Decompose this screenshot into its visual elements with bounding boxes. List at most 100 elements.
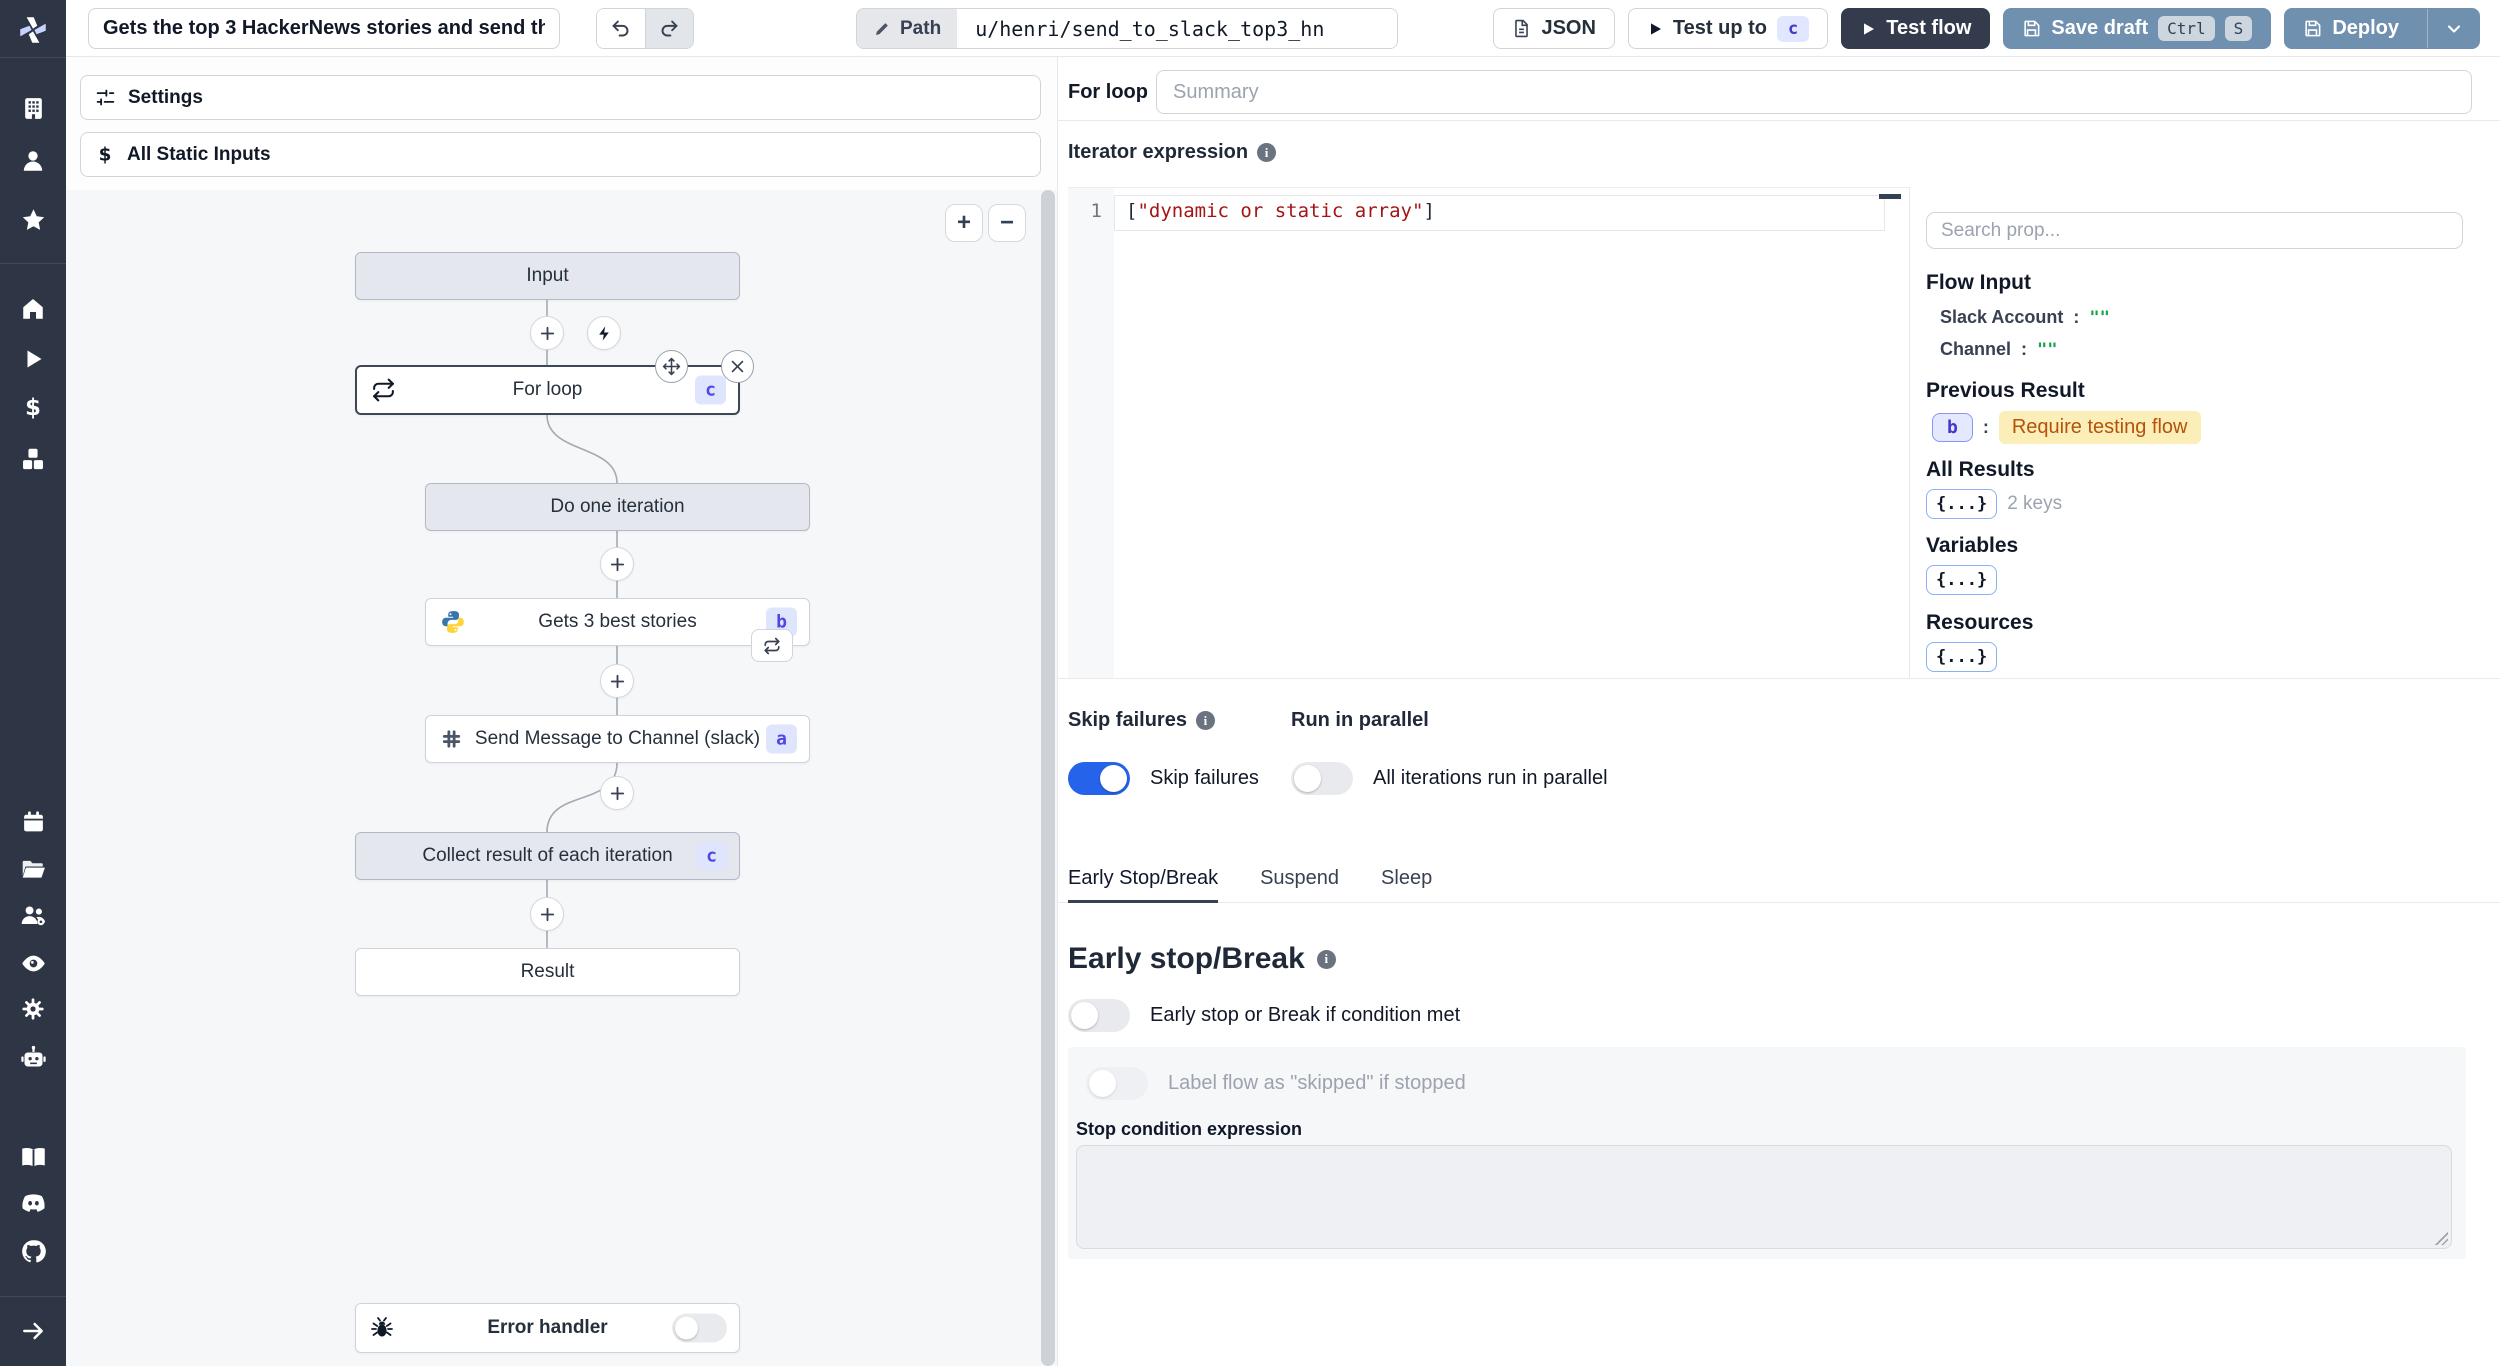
test-flow-button[interactable]: Test flow: [1841, 8, 1991, 49]
previous-result-heading: Previous Result: [1926, 379, 2085, 402]
sidebar-item-schedules[interactable]: [0, 799, 66, 843]
sidebar-item-workspace[interactable]: [0, 86, 66, 130]
sidebar-item-github[interactable]: [0, 1229, 66, 1273]
iterator-expression-label: Iterator expression: [1068, 141, 1277, 164]
error-handler-toggle[interactable]: [672, 1313, 727, 1343]
tab-suspend[interactable]: Suspend: [1260, 855, 1339, 902]
iteration-loop-chip[interactable]: [751, 629, 793, 662]
canvas-scrollbar[interactable]: [1041, 190, 1055, 1366]
move-node-button[interactable]: [655, 350, 688, 383]
gear-icon: [22, 998, 44, 1020]
slack-icon: [440, 728, 463, 751]
flow-node-send-message-slack[interactable]: Send Message to Channel (slack) a: [425, 715, 810, 763]
topbar-actions: JSON Test up to c Test flow Save draft C…: [1493, 8, 2480, 49]
sidebar-item-groups[interactable]: [0, 893, 66, 937]
flow-node-error-handler[interactable]: Error handler: [355, 1303, 740, 1353]
keys-count: 2 keys: [2007, 493, 2063, 514]
plus-icon: [610, 557, 624, 571]
file-icon: [1515, 19, 1529, 38]
expand-object-button[interactable]: {...}: [1926, 642, 1998, 672]
sidebar-item-favorites[interactable]: [0, 198, 66, 242]
add-step-button[interactable]: [530, 316, 564, 350]
sidebar-item-runs[interactable]: [0, 337, 66, 381]
redo-icon: [661, 20, 678, 37]
all-static-inputs-button[interactable]: $ All Static Inputs: [80, 132, 1041, 177]
save-draft-button[interactable]: Save draft Ctrl S: [2003, 8, 2272, 49]
repeat-icon: [371, 378, 396, 403]
divider: [1909, 187, 1910, 679]
add-step-button[interactable]: [600, 547, 634, 581]
add-step-button[interactable]: [530, 897, 564, 931]
delete-node-button[interactable]: [721, 350, 754, 383]
run-in-parallel-toggle[interactable]: [1291, 762, 1353, 795]
sidebar-divider: [0, 263, 66, 264]
sidebar-item-home[interactable]: [0, 287, 66, 331]
divider: [1058, 678, 2500, 679]
flow-node-result[interactable]: Result: [355, 948, 740, 996]
path-value: u/henri/send_to_slack_top3_hn: [957, 9, 1398, 48]
previous-result-node-badge[interactable]: b: [1932, 413, 1973, 442]
flow-input-heading: Flow Input: [1926, 271, 2031, 294]
sidebar-item-ai[interactable]: [0, 1035, 66, 1079]
summary-input[interactable]: [1156, 70, 2472, 114]
prop-row-channel[interactable]: Channel: "": [1940, 339, 2058, 360]
add-trigger-button[interactable]: [587, 316, 621, 350]
flow-title-input[interactable]: [88, 8, 560, 49]
python-icon: [440, 609, 466, 635]
cubes-icon: [23, 448, 43, 470]
expand-object-button[interactable]: {...}: [1926, 489, 1998, 519]
skip-failures-row: Skip failures: [1068, 762, 1259, 795]
sidebar-collapse-button[interactable]: [0, 1309, 66, 1353]
tab-sleep[interactable]: Sleep: [1381, 855, 1432, 902]
info-icon[interactable]: [1316, 949, 1336, 969]
redo-button[interactable]: [644, 9, 693, 48]
flow-node-input[interactable]: Input: [355, 252, 740, 300]
tab-early-stop-break[interactable]: Early Stop/Break: [1068, 855, 1219, 903]
zoom-in-button[interactable]: +: [945, 204, 983, 242]
label-skipped-row: Label flow as "skipped" if stopped: [1086, 1067, 1466, 1100]
flow-node-do-one-iteration[interactable]: Do one iteration: [425, 483, 810, 531]
iterator-expression-editor[interactable]: 1 ["dynamic or static array"]: [1068, 187, 1911, 679]
step-config-panel: For loop Iterator expression 1 ["dynamic…: [1057, 57, 2500, 1366]
sidebar-item-settings[interactable]: [0, 987, 66, 1031]
sidebar-item-resources[interactable]: [0, 437, 66, 481]
deploy-dropdown[interactable]: [2427, 9, 2479, 48]
flow-node-collect-result[interactable]: Collect result of each iteration c: [355, 832, 740, 880]
skip-failures-toggle[interactable]: [1068, 762, 1130, 795]
path-group[interactable]: Path u/henri/send_to_slack_top3_hn: [856, 8, 1399, 49]
prop-row-slack-account[interactable]: Slack Account: "": [1940, 307, 2110, 328]
flow-node-gets-3-best-stories[interactable]: Gets 3 best stories b: [425, 598, 810, 662]
sidebar-item-discord[interactable]: [0, 1181, 66, 1225]
json-button[interactable]: JSON: [1493, 8, 1615, 49]
info-icon[interactable]: [1257, 143, 1277, 162]
sidebar-divider: [0, 57, 66, 58]
sidebar-item-folders[interactable]: [0, 847, 66, 891]
kbd-ctrl: Ctrl: [2158, 16, 2215, 41]
zoom-out-button[interactable]: −: [988, 204, 1026, 242]
label-skipped-toggle[interactable]: [1086, 1067, 1148, 1100]
stop-condition-textarea[interactable]: [1076, 1145, 2452, 1249]
path-label: Path: [857, 9, 958, 48]
sidebar-item-user[interactable]: [0, 139, 66, 183]
sidebar-item-audit-logs[interactable]: [0, 941, 66, 985]
windmill-logo[interactable]: [0, 8, 66, 52]
search-prop-input[interactable]: [1926, 212, 2463, 249]
repeat-icon: [764, 637, 780, 654]
flow-settings-button[interactable]: Settings: [80, 75, 1041, 120]
early-stop-toggle[interactable]: [1068, 999, 1130, 1032]
sidebar-divider: [0, 1296, 66, 1297]
sidebar-item-docs[interactable]: [0, 1134, 66, 1178]
editor-gutter: 1: [1068, 188, 1114, 679]
sidebar-item-variables[interactable]: $: [0, 386, 66, 430]
require-testing-flow-chip: Require testing flow: [1998, 411, 2201, 444]
early-stop-toggle-row: Early stop or Break if condition met: [1068, 999, 1460, 1032]
undo-button[interactable]: [597, 9, 645, 48]
test-up-to-button[interactable]: Test up to c: [1627, 8, 1829, 49]
add-step-button[interactable]: [600, 776, 634, 810]
flow-node-for-loop[interactable]: For loop c: [355, 350, 754, 415]
flow-canvas[interactable]: + − Input For loop c Do one iteration Ge…: [66, 190, 1057, 1366]
info-icon[interactable]: [1195, 711, 1215, 730]
deploy-main[interactable]: Deploy: [2285, 9, 2417, 48]
add-step-button[interactable]: [600, 664, 634, 698]
expand-object-button[interactable]: {...}: [1926, 565, 1998, 595]
